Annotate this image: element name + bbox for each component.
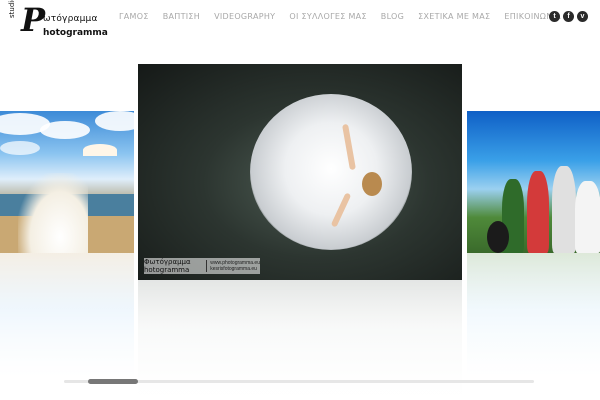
- nav-blog[interactable]: BLOG: [381, 12, 404, 21]
- photo-carousel[interactable]: Φωτόγραμμα hotogramma www.photogramma.eu…: [0, 60, 600, 400]
- slide-beach-bride[interactable]: [0, 111, 134, 253]
- photo-watermark: Φωτόγραμμα hotogramma www.photogramma.eu…: [144, 258, 260, 274]
- facebook-icon[interactable]: f: [563, 11, 574, 22]
- watermark-urls: www.photogramma.eu kesrisfotogramma.eu: [206, 260, 260, 272]
- logo-line-latin: hotogramma: [43, 28, 108, 38]
- site-header: studio P ωτόγραμμα hotogramma ΓΑΜΟΣ ΒΑΠΤ…: [0, 0, 600, 40]
- vimeo-icon[interactable]: v: [577, 11, 588, 22]
- carousel-scroll-thumb[interactable]: [88, 379, 138, 384]
- nav-videography[interactable]: VIDEOGRAPHY: [214, 12, 275, 21]
- social-links: t f v: [549, 11, 588, 22]
- nav-about[interactable]: ΣΧΕΤΙΚΑ ΜΕ ΜΑΣ: [418, 12, 490, 21]
- watermark-url-2: kesrisfotogramma.eu: [210, 266, 257, 272]
- logo-line-greek: ωτόγραμμα: [43, 14, 98, 24]
- nav-wedding[interactable]: ΓΑΜΟΣ: [119, 12, 149, 21]
- slide-bride-gown[interactable]: Φωτόγραμμα hotogramma www.photogramma.eu…: [138, 64, 462, 280]
- slide-wedding-group[interactable]: [467, 111, 600, 253]
- carousel-scrollbar[interactable]: [64, 379, 534, 384]
- nav-collections[interactable]: ΟΙ ΣΥΛΛΟΓΕΣ ΜΑΣ: [289, 12, 366, 21]
- nav-baptism[interactable]: ΒΑΠΤΙΣΗ: [163, 12, 200, 21]
- bridal-gown: [250, 94, 412, 250]
- parasol: [83, 144, 117, 156]
- twitter-icon[interactable]: t: [549, 11, 560, 22]
- site-logo[interactable]: studio P ωτόγραμμα hotogramma: [8, 0, 108, 40]
- logo-studio-text: studio: [8, 0, 16, 18]
- logo-mark: P: [21, 1, 46, 39]
- watermark-brand: Φωτόγραμμα hotogramma: [144, 258, 191, 274]
- main-nav: ΓΑΜΟΣ ΒΑΠΤΙΣΗ VIDEOGRAPHY ΟΙ ΣΥΛΛΟΓΕΣ ΜΑ…: [119, 12, 575, 21]
